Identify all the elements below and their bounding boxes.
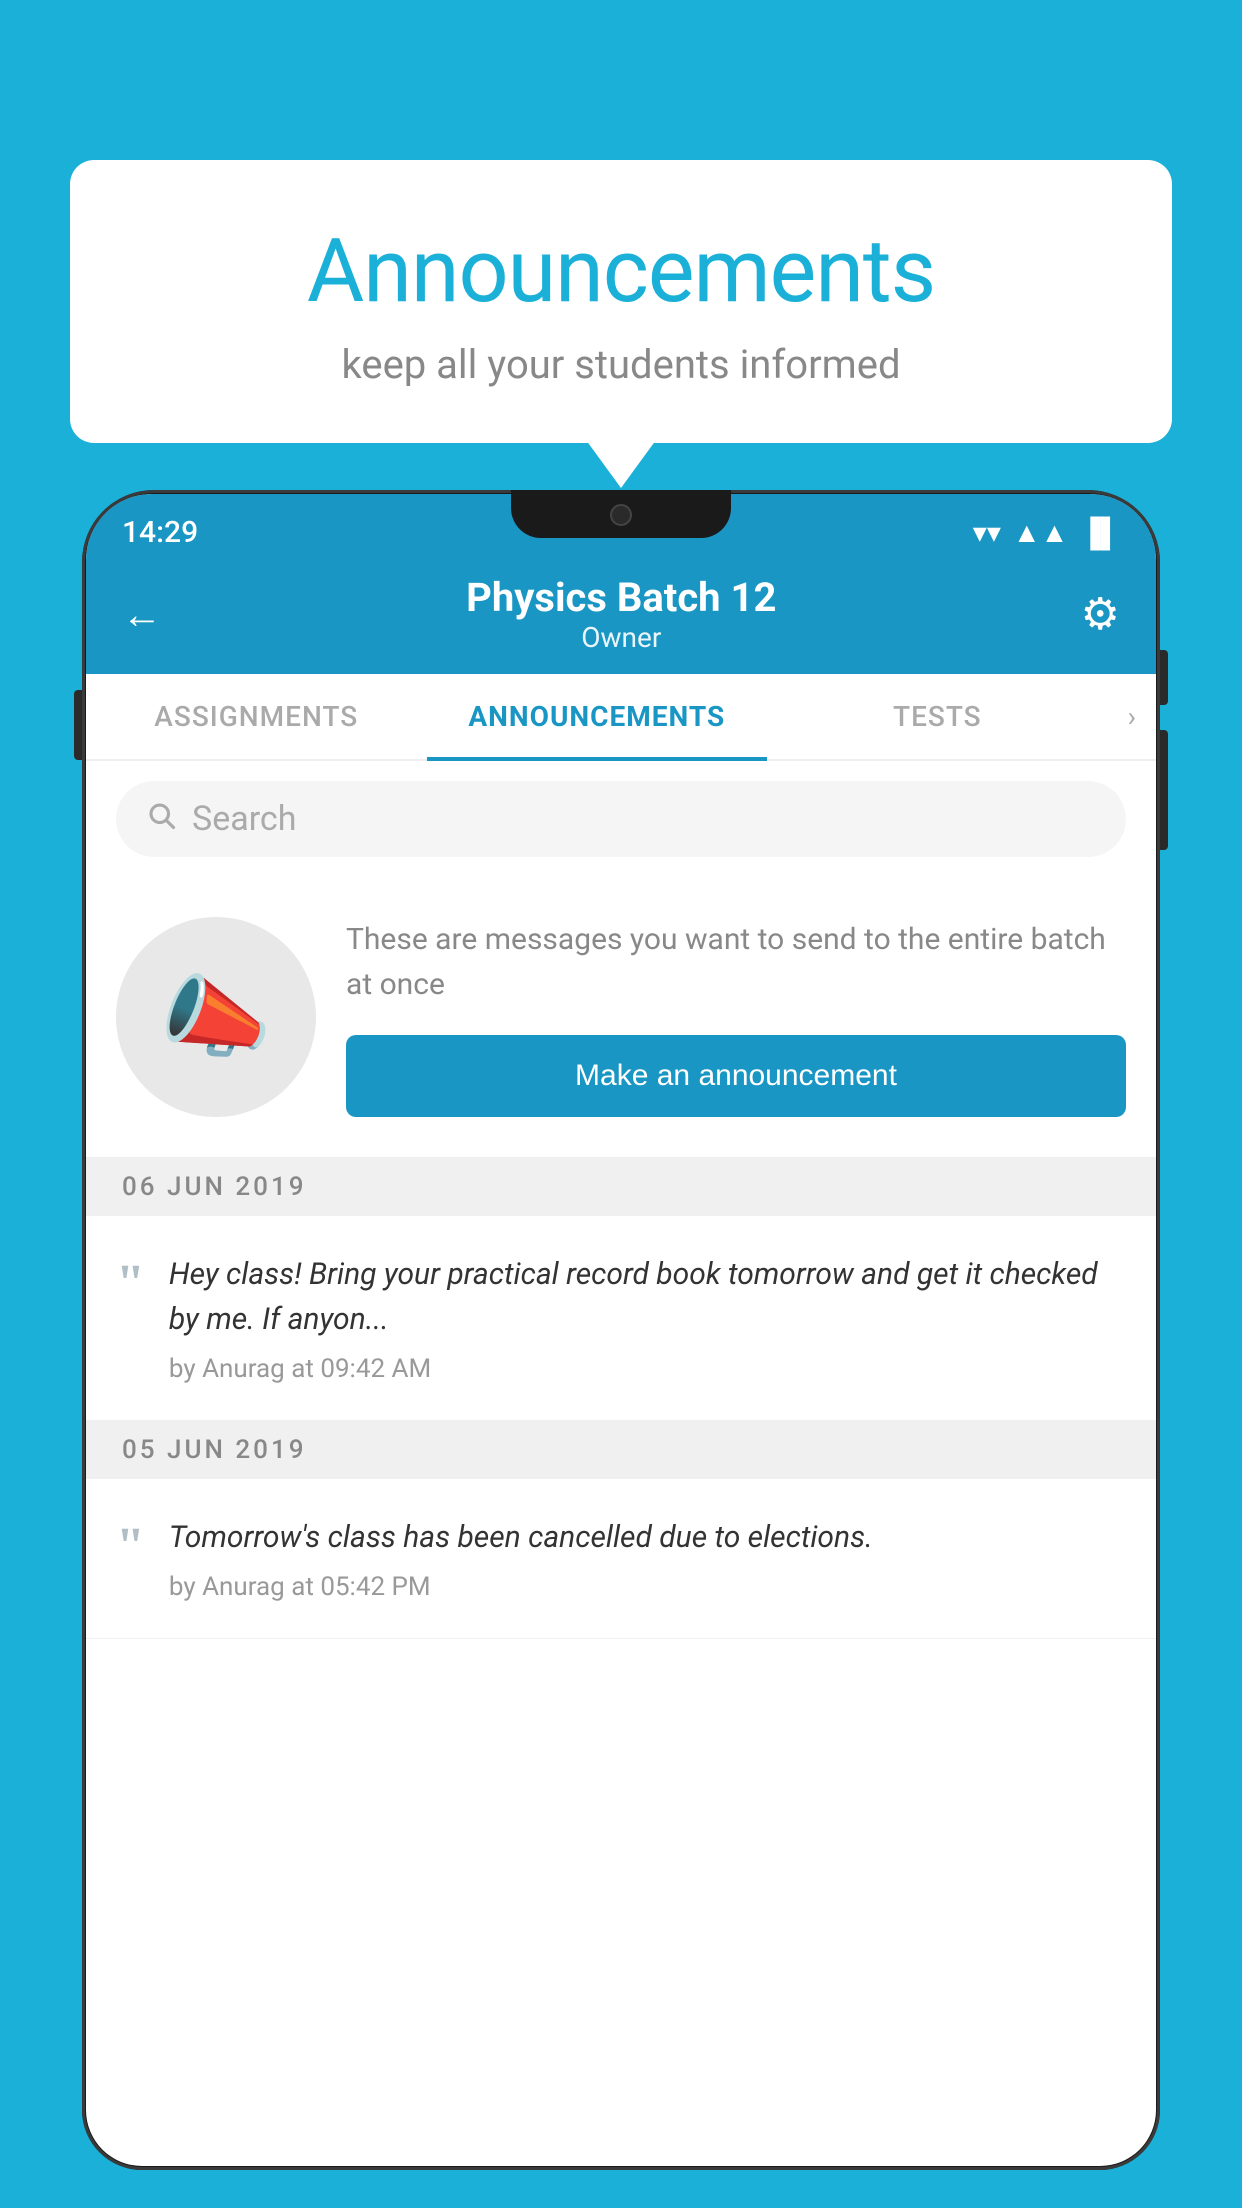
- tab-more-icon[interactable]: ›: [1108, 674, 1156, 759]
- back-button[interactable]: ←: [122, 591, 162, 638]
- camera: [610, 504, 632, 526]
- header-center: Physics Batch 12 Owner: [466, 574, 776, 654]
- status-icons: ▾▾ ▲▲ ▐▌: [973, 516, 1120, 549]
- tab-announcements[interactable]: ANNOUNCEMENTS: [427, 674, 768, 759]
- signal-icon: ▲▲: [1013, 516, 1068, 549]
- megaphone-icon: 📣: [160, 965, 272, 1070]
- date-separator-2: 05 JUN 2019: [86, 1421, 1156, 1479]
- announcement-cta-section: 📣 These are messages you want to send to…: [86, 877, 1156, 1158]
- bubble-title: Announcements: [150, 220, 1092, 323]
- announcement-content-2: Tomorrow's class has been cancelled due …: [169, 1515, 1126, 1602]
- battery-icon: ▐▌: [1080, 516, 1120, 549]
- announcement-item-1: " Hey class! Bring your practical record…: [86, 1216, 1156, 1421]
- announcement-item-2: " Tomorrow's class has been cancelled du…: [86, 1479, 1156, 1639]
- header-subtitle: Owner: [466, 621, 776, 654]
- quote-icon-1: ": [116, 1258, 145, 1310]
- search-icon: [146, 799, 176, 839]
- announcement-meta-2: by Anurag at 05:42 PM: [169, 1572, 1126, 1602]
- tab-assignments[interactable]: ASSIGNMENTS: [86, 674, 427, 759]
- announcement-icon-circle: 📣: [116, 917, 316, 1117]
- search-container: Search: [86, 761, 1156, 877]
- phone-notch: [511, 490, 731, 538]
- search-bar[interactable]: Search: [116, 781, 1126, 857]
- power-button-bottom: [1160, 730, 1168, 850]
- speech-bubble-section: Announcements keep all your students inf…: [70, 160, 1172, 443]
- search-placeholder: Search: [192, 799, 296, 839]
- cta-description: These are messages you want to send to t…: [346, 917, 1126, 1007]
- phone-wrapper: 14:29 ▾▾ ▲▲ ▐▌ ← Physics Batch 12 Owner …: [82, 490, 1160, 2208]
- announcement-text-2: Tomorrow's class has been cancelled due …: [169, 1515, 1126, 1560]
- speech-bubble: Announcements keep all your students inf…: [70, 160, 1172, 443]
- volume-button: [74, 690, 82, 760]
- tabs-container: ASSIGNMENTS ANNOUNCEMENTS TESTS ›: [86, 674, 1156, 761]
- make-announcement-button[interactable]: Make an announcement: [346, 1035, 1126, 1117]
- cta-right: These are messages you want to send to t…: [346, 917, 1126, 1117]
- wifi-icon: ▾▾: [973, 516, 1001, 549]
- phone-frame: 14:29 ▾▾ ▲▲ ▐▌ ← Physics Batch 12 Owner …: [82, 490, 1160, 2170]
- status-time: 14:29: [122, 515, 198, 550]
- header-title: Physics Batch 12: [466, 574, 776, 621]
- bubble-subtitle: keep all your students informed: [150, 341, 1092, 388]
- date-separator-1: 06 JUN 2019: [86, 1158, 1156, 1216]
- announcement-text-1: Hey class! Bring your practical record b…: [169, 1252, 1126, 1342]
- announcement-content-1: Hey class! Bring your practical record b…: [169, 1252, 1126, 1384]
- quote-icon-2: ": [116, 1521, 145, 1573]
- tab-tests[interactable]: TESTS: [767, 674, 1108, 759]
- power-button-top: [1160, 650, 1168, 705]
- app-header: ← Physics Batch 12 Owner ⚙: [86, 558, 1156, 674]
- settings-icon[interactable]: ⚙: [1081, 588, 1120, 640]
- announcement-meta-1: by Anurag at 09:42 AM: [169, 1354, 1126, 1384]
- phone-screen: 14:29 ▾▾ ▲▲ ▐▌ ← Physics Batch 12 Owner …: [86, 494, 1156, 2166]
